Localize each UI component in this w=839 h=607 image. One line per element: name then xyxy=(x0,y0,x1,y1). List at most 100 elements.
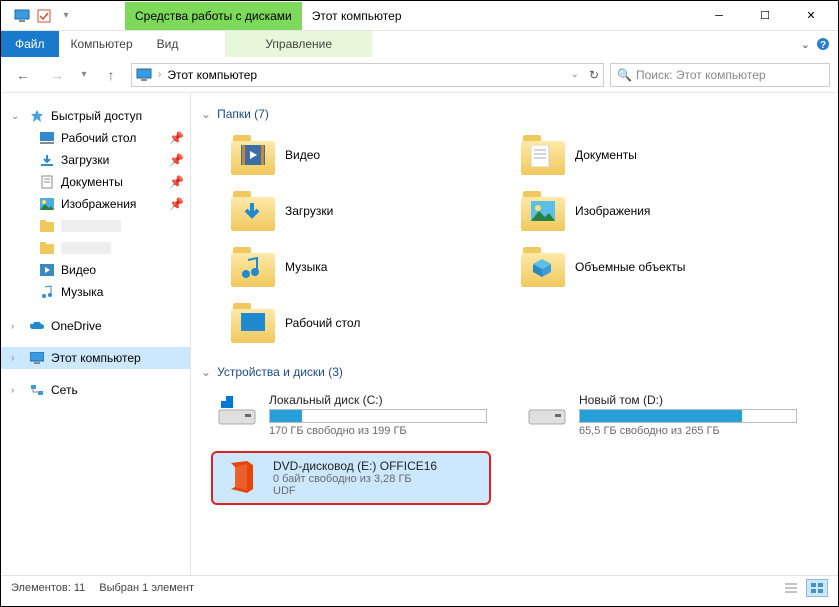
drive-dvd-office[interactable]: DVD-дисковод (E:) OFFICE16 0 байт свобод… xyxy=(211,451,491,505)
folder-3dobjects[interactable]: Объемные объекты xyxy=(521,243,791,291)
search-icon: 🔍 xyxy=(617,68,632,82)
chevron-right-icon[interactable]: › xyxy=(11,353,23,364)
nav-desktop[interactable]: Рабочий стол📌 xyxy=(1,127,190,149)
drive-fs-text: UDF xyxy=(273,485,483,497)
folder-desktop-icon xyxy=(231,303,275,343)
folder-videos-icon xyxy=(231,135,275,175)
network-icon xyxy=(29,382,45,398)
nav-folder-blur1[interactable] xyxy=(1,215,190,237)
drive-usage-bar xyxy=(579,409,797,423)
context-tab-header: Средства работы с дисками xyxy=(125,2,302,30)
folder-label: Объемные объекты xyxy=(575,260,685,274)
downloads-icon xyxy=(39,152,55,168)
pictures-icon xyxy=(39,196,55,212)
close-button[interactable]: ✕ xyxy=(788,2,834,30)
blurred-text xyxy=(61,242,111,254)
file-tab[interactable]: Файл xyxy=(1,31,59,57)
videos-icon xyxy=(39,262,55,278)
drive-icon xyxy=(215,393,259,429)
desktop-icon xyxy=(39,130,55,146)
ribbon: Файл Компьютер Вид Управление ⌄ ? xyxy=(1,31,838,57)
folder-label: Музыка xyxy=(285,260,327,274)
nav-music[interactable]: Музыка xyxy=(1,281,190,303)
drive-name: Локальный диск (C:) xyxy=(269,393,487,407)
blurred-text xyxy=(61,220,121,232)
devices-section-header[interactable]: ⌄ Устройства и диски (3) xyxy=(201,365,838,379)
chevron-down-icon[interactable]: ⌄ xyxy=(201,365,211,379)
drive-d[interactable]: Новый том (D:) 65,5 ГБ свободно из 265 Г… xyxy=(521,389,801,441)
window-title: Этот компьютер xyxy=(312,9,402,23)
manage-tab[interactable]: Управление xyxy=(225,31,372,57)
up-button[interactable]: ↑ xyxy=(97,61,125,89)
search-box[interactable]: 🔍 Поиск: Этот компьютер xyxy=(610,63,830,87)
pin-icon: 📌 xyxy=(169,131,184,145)
monitor-icon xyxy=(136,68,152,82)
nav-network[interactable]: ›Сеть xyxy=(1,379,190,401)
folder-pictures[interactable]: Изображения xyxy=(521,187,791,235)
forward-button[interactable]: → xyxy=(43,61,71,89)
navigation-pane: ⌄ Быстрый доступ Рабочий стол📌 Загрузки📌… xyxy=(1,93,191,575)
address-dropdown-icon[interactable]: ⌄ xyxy=(571,69,579,80)
folder-label: Видео xyxy=(285,148,320,162)
nav-documents[interactable]: Документы📌 xyxy=(1,171,190,193)
content-pane: ⌄ Папки (7) Видео Документы Загрузки Изо… xyxy=(191,93,838,575)
properties-icon[interactable] xyxy=(35,7,53,25)
drive-icon xyxy=(525,393,569,429)
folder-documents-icon xyxy=(521,135,565,175)
address-row: ← → ▾ ↑ › Этот компьютер ⌄ ↻ 🔍 Поиск: Эт… xyxy=(1,57,838,93)
office-icon xyxy=(219,459,263,495)
folder-documents[interactable]: Документы xyxy=(521,131,791,179)
monitor-icon[interactable] xyxy=(13,7,31,25)
status-selection: Выбран 1 элемент xyxy=(99,582,194,594)
drive-c[interactable]: Локальный диск (C:) 170 ГБ свободно из 1… xyxy=(211,389,491,441)
folder-videos[interactable]: Видео xyxy=(231,131,501,179)
search-placeholder: Поиск: Этот компьютер xyxy=(636,68,766,82)
address-bar[interactable]: › Этот компьютер ⌄ ↻ xyxy=(131,63,604,87)
folder-label: Изображения xyxy=(575,204,650,218)
cloud-icon xyxy=(29,318,45,334)
chevron-right-icon[interactable]: › xyxy=(11,385,23,396)
folder-3d-icon xyxy=(521,247,565,287)
view-tab[interactable]: Вид xyxy=(145,31,191,57)
folder-icon xyxy=(39,240,55,256)
maximize-button[interactable]: ☐ xyxy=(742,2,788,30)
view-large-icons-button[interactable] xyxy=(806,579,828,597)
drive-free-text: 65,5 ГБ свободно из 265 ГБ xyxy=(579,425,797,437)
chevron-right-icon[interactable]: › xyxy=(11,321,23,332)
folder-music[interactable]: Музыка xyxy=(231,243,501,291)
chevron-down-icon[interactable]: ⌄ xyxy=(201,107,211,121)
folder-pictures-icon xyxy=(521,191,565,231)
nav-folder-blur2[interactable] xyxy=(1,237,190,259)
address-text: Этот компьютер xyxy=(167,68,257,82)
nav-this-pc[interactable]: ›Этот компьютер xyxy=(1,347,190,369)
view-details-button[interactable] xyxy=(780,579,802,597)
minimize-button[interactable]: ─ xyxy=(696,2,742,30)
nav-onedrive[interactable]: ›OneDrive xyxy=(1,315,190,337)
folder-label: Загрузки xyxy=(285,204,333,218)
documents-icon xyxy=(39,174,55,190)
help-icon[interactable]: ? xyxy=(816,37,830,51)
status-item-count: Элементов: 11 xyxy=(11,582,85,594)
back-button[interactable]: ← xyxy=(9,61,37,89)
folders-section-header[interactable]: ⌄ Папки (7) xyxy=(201,107,838,121)
drive-free-text: 170 ГБ свободно из 199 ГБ xyxy=(269,425,487,437)
star-icon xyxy=(29,108,45,124)
refresh-icon[interactable]: ↻ xyxy=(589,68,599,82)
computer-tab[interactable]: Компьютер xyxy=(59,31,145,57)
nav-quick-access[interactable]: ⌄ Быстрый доступ xyxy=(1,105,190,127)
chevron-down-icon[interactable]: ⌄ xyxy=(11,111,23,122)
folder-label: Документы xyxy=(575,148,637,162)
drive-free-text: 0 байт свободно из 3,28 ГБ xyxy=(273,473,483,485)
qat-dropdown-icon[interactable]: ▾ xyxy=(57,7,75,25)
nav-pictures[interactable]: Изображения📌 xyxy=(1,193,190,215)
folder-downloads-icon xyxy=(231,191,275,231)
nav-videos[interactable]: Видео xyxy=(1,259,190,281)
nav-downloads[interactable]: Загрузки📌 xyxy=(1,149,190,171)
drive-usage-bar xyxy=(269,409,487,423)
ribbon-expand-icon[interactable]: ⌄ xyxy=(801,38,810,51)
folder-desktop[interactable]: Рабочий стол xyxy=(231,299,501,347)
recent-dropdown[interactable]: ▾ xyxy=(77,61,91,89)
pin-icon: 📌 xyxy=(169,153,184,167)
folder-downloads[interactable]: Загрузки xyxy=(231,187,501,235)
folder-icon xyxy=(39,218,55,234)
